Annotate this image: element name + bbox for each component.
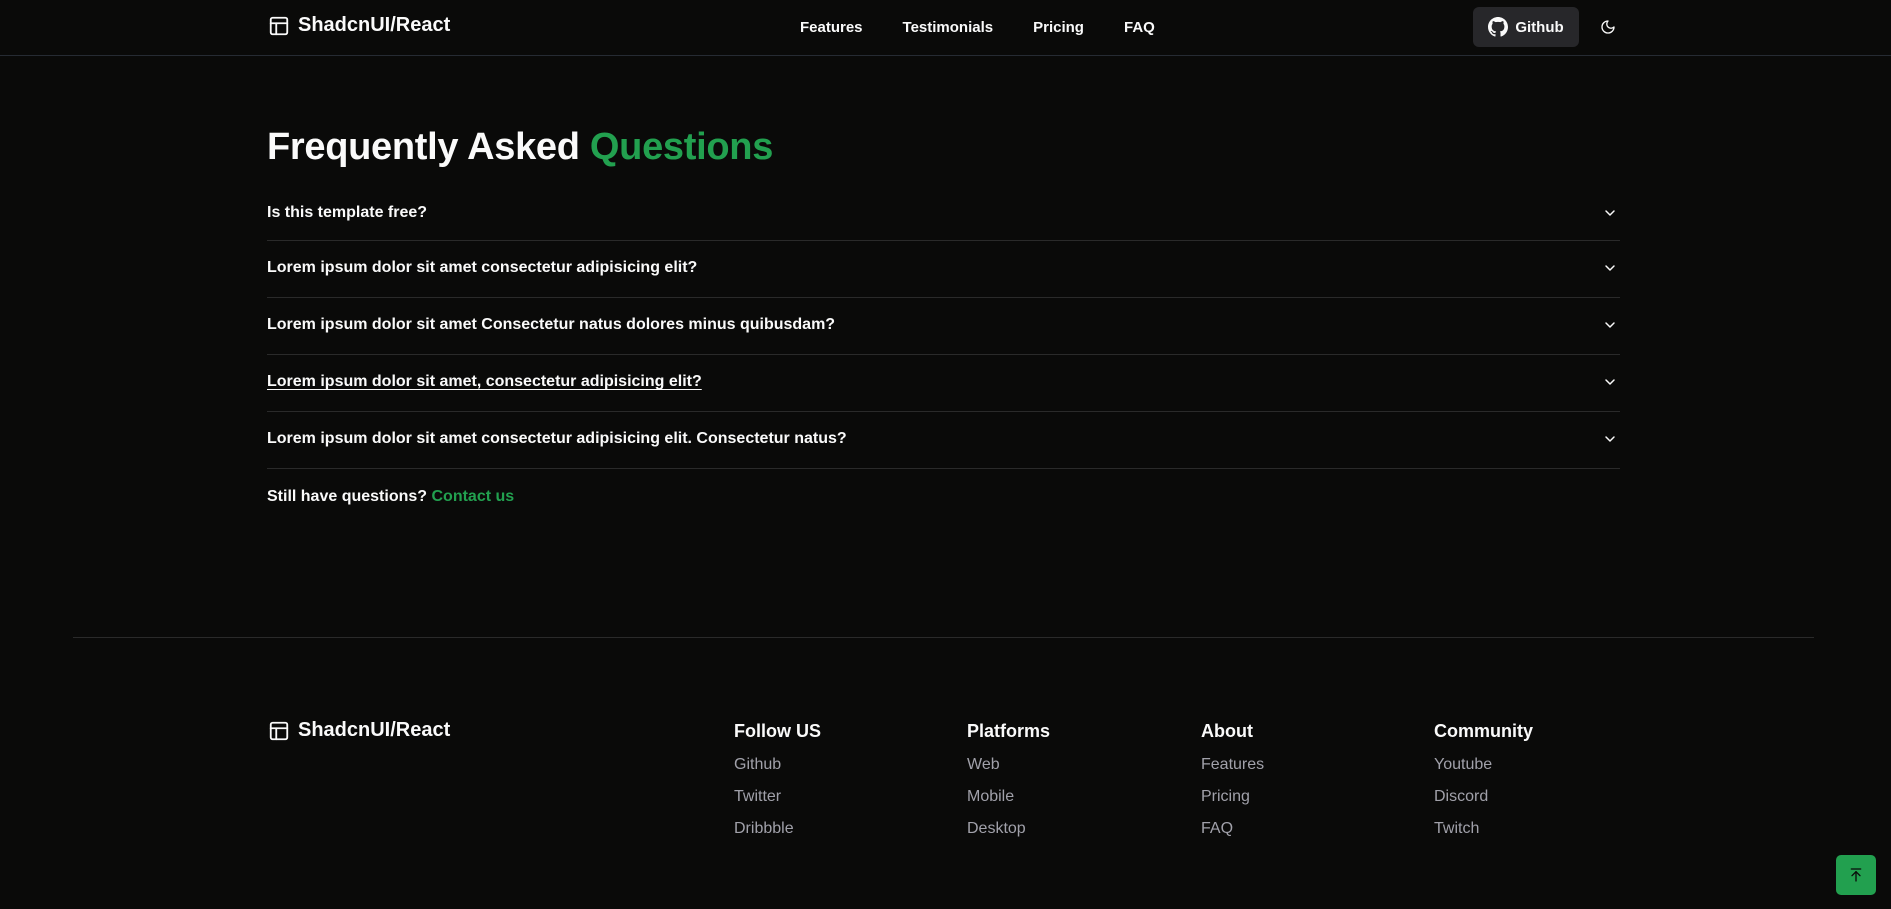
footer-brand-name: ShadcnUI/React <box>298 719 451 741</box>
still-question-text: Still have questions? <box>267 488 428 505</box>
panel-layout-icon <box>269 721 289 740</box>
nav-link-faq[interactable]: FAQ <box>1104 17 1175 38</box>
footer-link-features[interactable]: Features <box>1201 756 1264 774</box>
faq-title-accent: Questions <box>589 126 774 168</box>
brand-name: ShadcnUI/React <box>298 14 451 36</box>
footer-heading: Community <box>1434 721 1533 741</box>
chevron-down-icon <box>1605 379 1615 385</box>
faq-item[interactable]: Lorem ipsum dolor sit amet consectetur a… <box>267 241 1620 298</box>
faq-question: Lorem ipsum dolor sit amet consectetur a… <box>267 259 698 276</box>
panel-layout-icon <box>269 16 289 35</box>
footer-brand-link[interactable]: ShadcnUI/React <box>268 719 450 742</box>
faq-item[interactable]: Lorem ipsum dolor sit amet, consectetur … <box>267 355 1620 412</box>
contact-us-link[interactable]: Contact us <box>431 488 514 505</box>
faq-question: Lorem ipsum dolor sit amet, consectetur … <box>267 373 702 390</box>
faq-question: Is this template free? <box>267 204 428 221</box>
chevron-down-icon <box>1605 322 1615 328</box>
chevron-down-icon <box>1605 210 1615 216</box>
footer-column-platforms: Platforms Web Mobile Desktop <box>967 721 1050 852</box>
faq-title-main: Frequently Asked <box>267 126 580 168</box>
faq-question: Lorem ipsum dolor sit amet Consectetur n… <box>267 316 836 333</box>
footer-column-community: Community Youtube Discord Twitch <box>1434 721 1533 852</box>
chevron-down-icon <box>1605 265 1615 271</box>
moon-icon <box>1601 20 1615 34</box>
brand-link[interactable]: ShadcnUI/React <box>268 14 450 37</box>
nav-link-testimonials[interactable]: Testimonials <box>883 17 1014 38</box>
footer-link-faq[interactable]: FAQ <box>1201 820 1264 838</box>
theme-toggle-button[interactable] <box>1597 16 1619 38</box>
footer-link-desktop[interactable]: Desktop <box>967 820 1050 838</box>
footer-link-pricing[interactable]: Pricing <box>1201 788 1264 806</box>
footer-link-github[interactable]: Github <box>734 756 821 774</box>
github-icon <box>1488 17 1509 37</box>
faq-item[interactable]: Lorem ipsum dolor sit amet Consectetur n… <box>267 298 1620 355</box>
navbar: ShadcnUI/React Features Testimonials Pri… <box>0 0 1891 56</box>
github-button[interactable]: Github <box>1473 7 1579 47</box>
arrow-up-to-line-icon <box>1850 868 1862 882</box>
scroll-to-top-button[interactable] <box>1836 855 1876 895</box>
footer-link-dribbble[interactable]: Dribbble <box>734 820 821 838</box>
footer-link-twitch[interactable]: Twitch <box>1434 820 1533 838</box>
footer-link-web[interactable]: Web <box>967 756 1050 774</box>
nav-link-pricing[interactable]: Pricing <box>1013 17 1104 38</box>
footer-heading: About <box>1201 721 1253 741</box>
github-label: Github <box>1515 18 1564 36</box>
nav-links: Features Testimonials Pricing FAQ <box>780 17 1175 38</box>
footer-heading: Platforms <box>967 721 1051 741</box>
footer-link-mobile[interactable]: Mobile <box>967 788 1050 806</box>
still-have-questions: Still have questions? Contact us <box>267 488 514 506</box>
faq-title: Frequently Asked Questions <box>267 126 773 169</box>
footer-link-youtube[interactable]: Youtube <box>1434 756 1533 774</box>
footer-column-about: About Features Pricing FAQ <box>1201 721 1264 852</box>
faq-item[interactable]: Is this template free? <box>267 188 1620 241</box>
faq-item[interactable]: Lorem ipsum dolor sit amet consectetur a… <box>267 412 1620 469</box>
footer-link-discord[interactable]: Discord <box>1434 788 1533 806</box>
footer-link-twitter[interactable]: Twitter <box>734 788 821 806</box>
footer-divider <box>73 637 1814 638</box>
footer-heading: Follow US <box>734 721 821 741</box>
nav-link-features[interactable]: Features <box>780 17 883 38</box>
faq-accordion: Is this template free? Lorem ipsum dolor… <box>267 188 1620 469</box>
chevron-down-icon <box>1605 436 1615 442</box>
footer-column-follow-us: Follow US Github Twitter Dribbble <box>734 721 821 852</box>
faq-question: Lorem ipsum dolor sit amet consectetur a… <box>267 430 847 447</box>
